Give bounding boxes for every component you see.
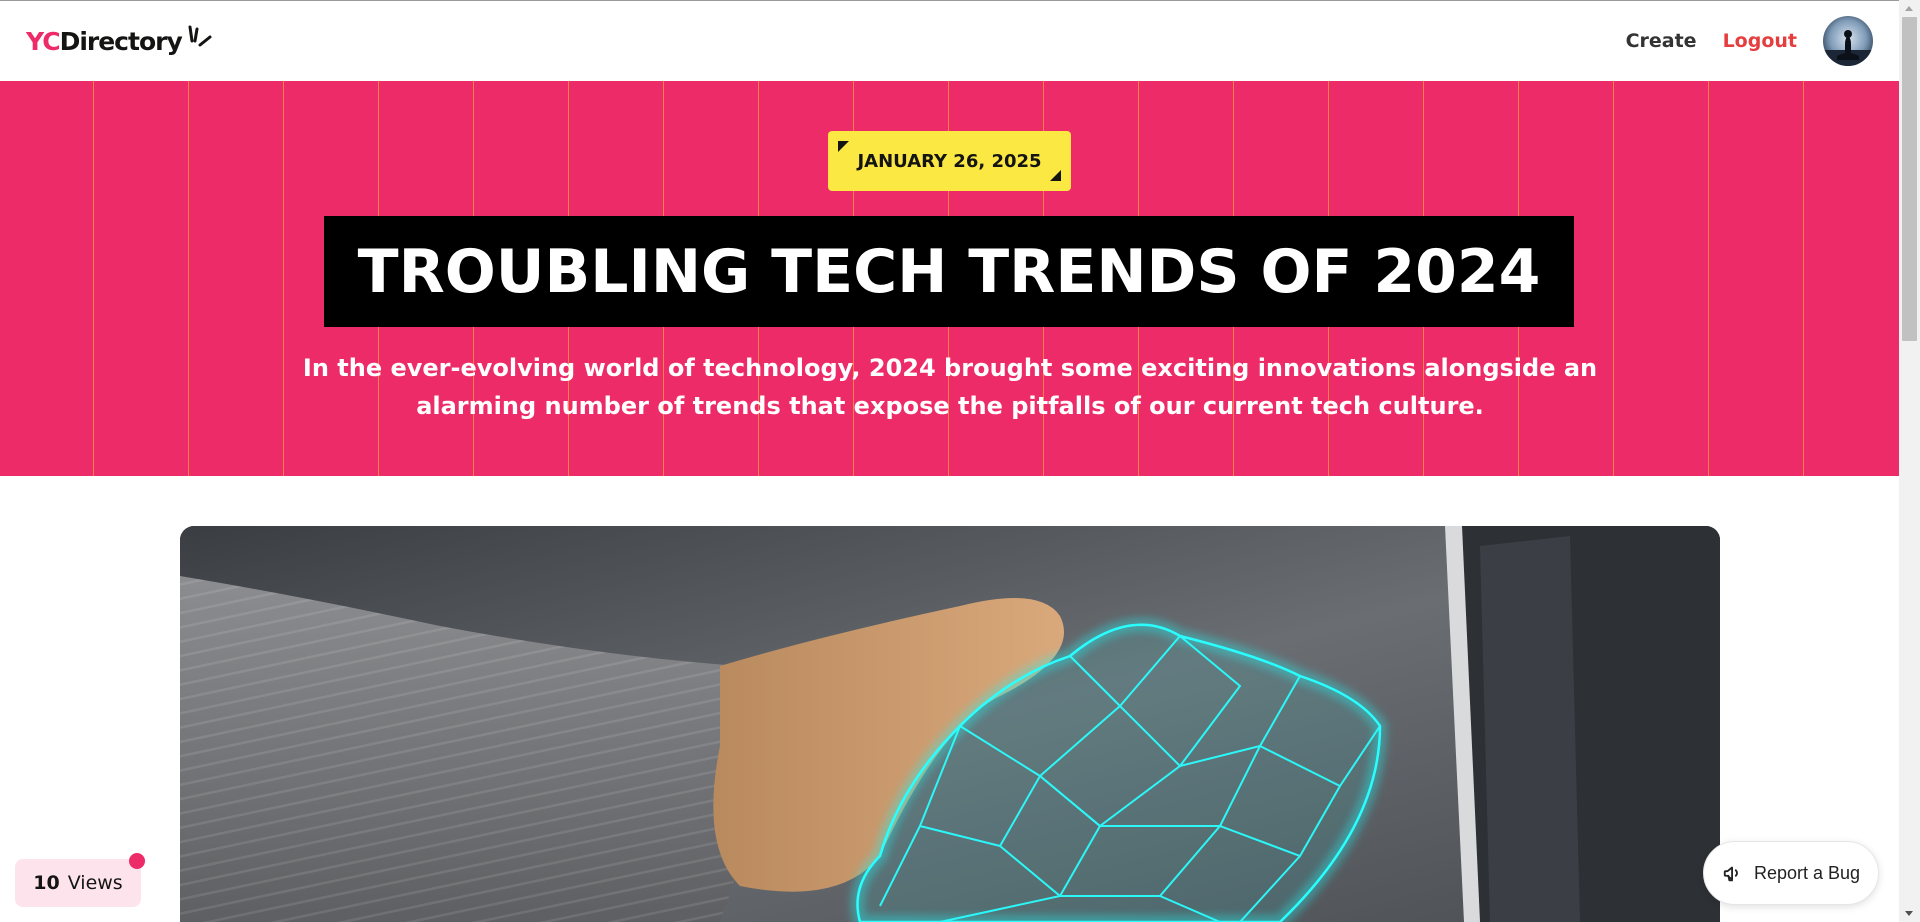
page-scrollbar[interactable] <box>1899 0 1920 922</box>
scroll-down-arrow-icon[interactable] <box>1905 911 1913 916</box>
live-indicator-dot <box>129 853 145 869</box>
views-count: 10 <box>33 872 60 894</box>
report-bug-label: Report a Bug <box>1753 862 1861 883</box>
scrollbar-thumb[interactable] <box>1902 17 1917 341</box>
logout-link[interactable]: Logout <box>1723 30 1797 52</box>
page-subtitle: In the ever-evolving world of technology… <box>302 354 1598 420</box>
site-logo[interactable]: YC Directory <box>26 25 214 56</box>
create-link[interactable]: Create <box>1626 30 1697 52</box>
title-box: TROUBLING TECH TRENDS OF 2024 <box>324 216 1574 327</box>
sparkle-lines-icon <box>188 25 212 47</box>
cover-illustration <box>180 526 1720 922</box>
megaphone-icon <box>1723 866 1738 882</box>
page-title: TROUBLING TECH TRENDS OF 2024 <box>357 236 1541 307</box>
cover-image <box>180 526 1720 922</box>
date-tag: JANUARY 26, 2025 <box>828 131 1071 191</box>
views-badge: 10 Views <box>15 853 145 907</box>
site-header: YC Directory Create Logout <box>0 1 1899 81</box>
report-bug-button[interactable]: Report a Bug <box>1703 841 1879 905</box>
scroll-up-arrow-icon[interactable] <box>1905 6 1913 11</box>
avatar-image <box>1823 16 1873 66</box>
hero-banner: JANUARY 26, 2025 TROUBLING TECH TRENDS O… <box>0 81 1899 476</box>
header-nav: Create Logout <box>1626 16 1873 66</box>
logo-prefix: YC <box>26 26 61 56</box>
avatar[interactable] <box>1823 16 1873 66</box>
tag-corner-top-left <box>838 141 849 152</box>
tag-corner-bottom-right <box>1050 170 1061 181</box>
logo-suffix: Directory <box>59 26 183 56</box>
views-label: Views <box>67 872 123 894</box>
publish-date: JANUARY 26, 2025 <box>857 150 1042 172</box>
